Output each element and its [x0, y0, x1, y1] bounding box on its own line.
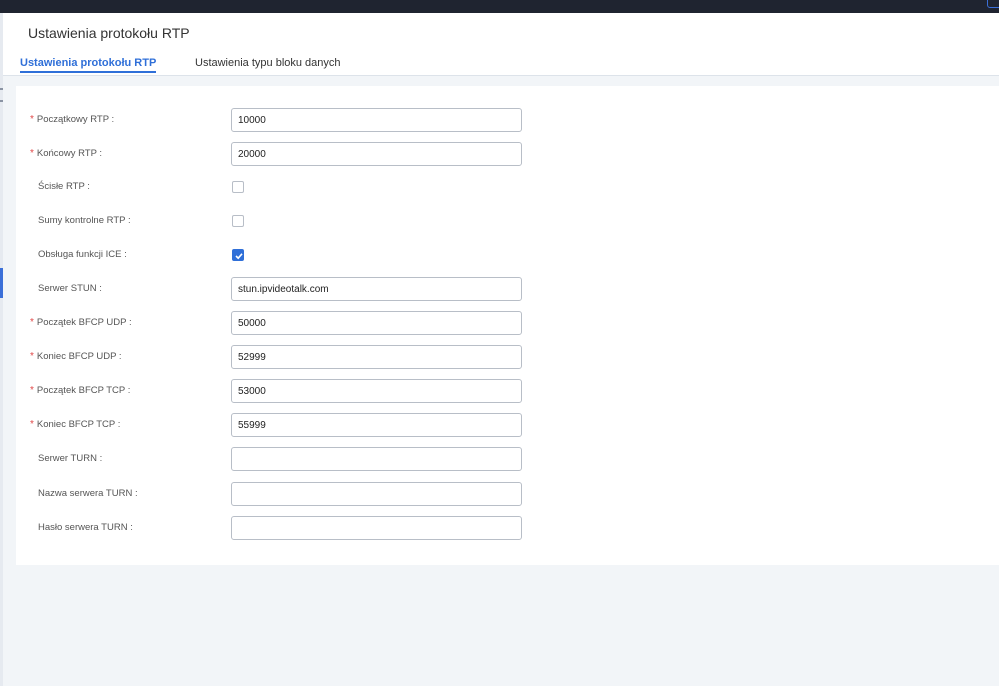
field-label: * Końcowy RTP :	[30, 148, 103, 159]
form-row-strict-rtp: Ścisłe RTP :	[16, 175, 999, 199]
field-label: Ścisłe RTP :	[38, 181, 90, 192]
menu-handle-icon[interactable]	[0, 88, 3, 102]
turn-username-input[interactable]	[231, 482, 522, 506]
field-label: Nazwa serwera TURN :	[38, 488, 138, 499]
bfcp-tcp-start-input[interactable]	[231, 379, 522, 403]
left-sidebar-strip	[0, 13, 3, 686]
turn-password-input[interactable]	[231, 516, 522, 540]
required-marker: *	[30, 351, 34, 362]
field-label: Hasło serwera TURN :	[38, 522, 133, 533]
page-header: Ustawienia protokołu RTP Ustawienia prot…	[3, 13, 999, 76]
form-row-rtp-start: * Początkowy RTP :	[16, 108, 999, 132]
field-label: Serwer TURN :	[38, 453, 103, 464]
field-label: * Początek BFCP TCP :	[30, 385, 131, 396]
field-label: Obsługa funkcji ICE :	[38, 249, 127, 260]
active-nav-indicator	[0, 268, 3, 298]
tab-rtp-settings[interactable]: Ustawienia protokołu RTP	[20, 57, 157, 73]
ice-support-checkbox[interactable]	[232, 249, 244, 261]
strict-rtp-checkbox[interactable]	[232, 181, 244, 193]
required-marker: *	[30, 419, 34, 430]
form-row-ice-support: Obsługa funkcji ICE :	[16, 243, 999, 267]
form-row-bfcp-udp-end: * Koniec BFCP UDP :	[16, 345, 999, 369]
bfcp-udp-end-input[interactable]	[231, 345, 522, 369]
field-label: Serwer STUN :	[38, 283, 102, 294]
required-marker: *	[30, 148, 34, 159]
field-label: * Koniec BFCP UDP :	[30, 351, 122, 362]
form-row-turn-username: Nazwa serwera TURN :	[16, 482, 999, 506]
window-top-bar	[0, 0, 999, 13]
bfcp-tcp-end-input[interactable]	[231, 413, 522, 437]
field-label: * Początkowy RTP :	[30, 114, 115, 125]
form-row-bfcp-tcp-start: * Początek BFCP TCP :	[16, 379, 999, 403]
field-label: Sumy kontrolne RTP :	[38, 215, 131, 226]
required-marker: *	[30, 317, 34, 328]
settings-panel: *Początkowy RTP : *Końcowy RTP : Ścisłe …	[16, 86, 999, 565]
required-marker: *	[30, 114, 34, 125]
turn-server-input[interactable]	[231, 447, 522, 471]
form-row-rtp-end: * Końcowy RTP :	[16, 142, 999, 166]
field-label: * Koniec BFCP TCP :	[30, 419, 121, 430]
required-marker: *	[30, 385, 34, 396]
form-row-bfcp-tcp-end: * Koniec BFCP TCP :	[16, 413, 999, 437]
tab-payload-type-settings[interactable]: Ustawienia typu bloku danych	[195, 57, 341, 69]
rtp-start-input[interactable]	[231, 108, 522, 132]
form-row-rtp-checksums: Sumy kontrolne RTP :	[16, 209, 999, 233]
page-title: Ustawienia protokołu RTP	[28, 25, 190, 41]
form-row-turn-server: Serwer TURN :	[16, 447, 999, 471]
rtp-end-input[interactable]	[231, 142, 522, 166]
form-row-bfcp-udp-start: * Początek BFCP UDP :	[16, 311, 999, 335]
checkmark-icon	[235, 253, 243, 260]
bfcp-udp-start-input[interactable]	[231, 311, 522, 335]
field-label: * Początek BFCP UDP :	[30, 317, 132, 328]
stun-server-input[interactable]	[231, 277, 522, 301]
form-row-stun-server: Serwer STUN :	[16, 277, 999, 301]
rtp-checksums-checkbox[interactable]	[232, 215, 244, 227]
top-right-button[interactable]	[987, 0, 999, 8]
form-row-turn-password: Hasło serwera TURN :	[16, 516, 999, 540]
